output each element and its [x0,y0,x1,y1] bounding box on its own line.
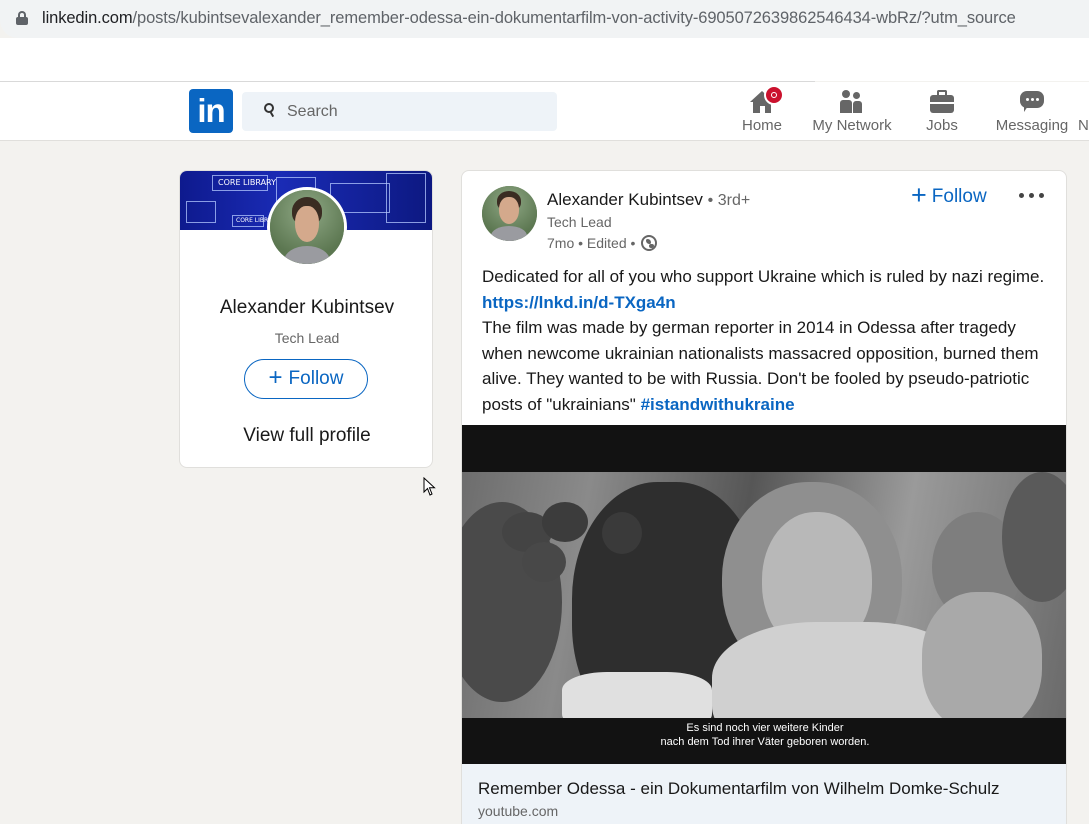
globe-icon [641,235,658,251]
nav-label: Messaging [995,117,1069,134]
home-icon [749,85,784,114]
view-full-profile-link[interactable]: View full profile [180,425,432,447]
nav-jobs[interactable]: Jobs [918,82,966,141]
more-options-icon[interactable] [1017,187,1047,203]
author-name-line: Alexander Kubintsev • 3rd+ [547,190,750,210]
url-text[interactable]: linkedin.com/posts/kubintsevalexander_re… [42,9,1016,28]
linkedin-logo[interactable]: in [189,89,233,133]
messaging-icon [1019,90,1045,114]
author-name[interactable]: Alexander Kubintsev [547,190,703,209]
post-age: 7mo • Edited • [547,235,636,251]
preview-source: youtube.com [478,803,559,819]
author-avatar[interactable] [482,186,537,241]
nav-label: Home [741,117,782,134]
linkedin-header: in Home My Network Jobs Messaging N [0,82,1089,141]
nav-my-network[interactable]: My Network [808,82,896,141]
plus-icon: + [268,364,283,391]
video-subtitles: Es sind noch vier weitere Kinder nach de… [462,721,1066,749]
post-meta: 7mo • Edited • [547,235,658,251]
post-text-part: Dedicated for all of you who support Ukr… [482,267,1045,286]
follow-button[interactable]: + Follow [244,359,368,399]
nav-messaging[interactable]: Messaging [992,82,1072,141]
lock-icon [16,11,28,25]
network-icon [839,90,865,114]
url-path: /posts/kubintsevalexander_remember-odess… [132,9,1016,27]
notification-badge [764,85,784,105]
url-domain: linkedin.com [42,9,133,27]
nav-notifications[interactable]: N [1078,82,1089,141]
briefcase-icon [929,90,955,114]
search-input[interactable] [287,101,547,123]
subtitle-line: nach dem Tod ihrer Väter geboren worden. [660,736,870,748]
link-preview[interactable]: Remember Odessa - ein Dokumentarfilm von… [462,764,1066,824]
address-bar[interactable]: linkedin.com/posts/kubintsevalexander_re… [0,0,1089,38]
profile-name[interactable]: Alexander Kubintsev [180,297,432,319]
mouse-cursor-icon [423,477,436,496]
preview-title[interactable]: Remember Odessa - ein Dokumentarfilm von… [478,779,1000,799]
nav-label: N [1078,117,1089,134]
profile-card: CORE LIBRARY CORE LIBRARY Alexander Kubi… [179,170,433,468]
faded-strip [0,38,1089,81]
search-box[interactable] [242,92,557,131]
follow-label: Follow [931,186,987,207]
video-player[interactable]: Es sind noch vier weitere Kinder nach de… [462,425,1066,764]
profile-headline: Tech Lead [274,330,340,346]
follow-label: Follow [288,368,344,389]
post-card: Alexander Kubintsev • 3rd+ Tech Lead 7mo… [461,170,1067,824]
hashtag-link[interactable]: #istandwithukraine [641,395,795,414]
avatar[interactable] [267,187,347,267]
nav-home[interactable]: Home [735,82,789,141]
post-follow-button[interactable]: + Follow [911,180,987,210]
connection-degree: • 3rd+ [707,192,751,209]
banner-text: CORE LIBRARY [218,178,276,187]
video-frame [462,472,1066,718]
post-link[interactable]: https://lnkd.in/d-TXga4n [482,293,676,312]
nav-label: My Network [812,117,892,134]
post-text: Dedicated for all of you who support Ukr… [482,264,1052,417]
subtitle-line: Es sind noch vier weitere Kinder [686,722,844,734]
search-icon [264,103,277,118]
author-headline: Tech Lead [547,214,612,230]
nav-label: Jobs [926,117,958,134]
plus-icon: + [911,180,927,210]
